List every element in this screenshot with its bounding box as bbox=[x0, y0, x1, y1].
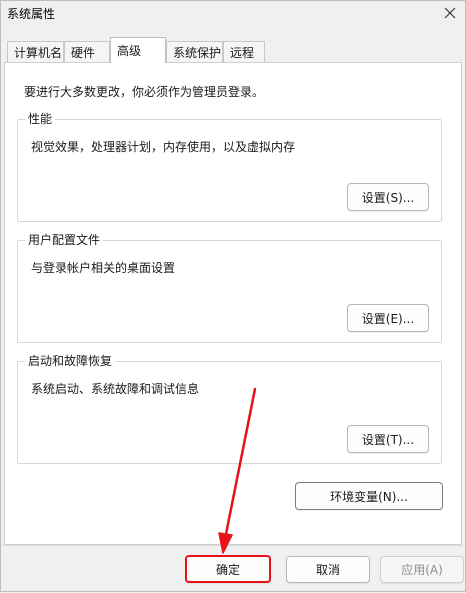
performance-settings-button[interactable]: 设置(S)... bbox=[347, 183, 429, 211]
close-button[interactable] bbox=[435, 1, 465, 25]
user-profile-group: 用户配置文件 与登录帐户相关的桌面设置 设置(E)... bbox=[17, 232, 442, 343]
system-properties-window: 系统属性 计算机名 硬件 高级 系统保护 远程 要进行大多数更改，你必须作为管理… bbox=[0, 0, 466, 592]
startup-recovery-group-title: 启动和故障恢复 bbox=[25, 353, 116, 369]
ok-button[interactable]: 确定 bbox=[185, 555, 271, 583]
tab-system-protection[interactable]: 系统保护 bbox=[166, 41, 223, 62]
cancel-button[interactable]: 取消 bbox=[286, 556, 370, 583]
environment-variables-button[interactable]: 环境变量(N)... bbox=[295, 482, 443, 510]
admin-notice: 要进行大多数更改，你必须作为管理员登录。 bbox=[24, 85, 265, 99]
startup-recovery-settings-button[interactable]: 设置(T)... bbox=[347, 425, 429, 453]
footer-divider bbox=[1, 545, 465, 546]
performance-group-title: 性能 bbox=[25, 111, 56, 127]
close-icon bbox=[444, 7, 456, 19]
startup-recovery-group-desc: 系统启动、系统故障和调试信息 bbox=[31, 382, 200, 396]
user-profile-settings-button[interactable]: 设置(E)... bbox=[347, 304, 429, 332]
window-title: 系统属性 bbox=[7, 7, 56, 21]
title-bar: 系统属性 bbox=[1, 1, 465, 29]
performance-group: 性能 视觉效果，处理器计划，内存使用，以及虚拟内存 设置(S)... bbox=[17, 111, 442, 222]
tab-advanced[interactable]: 高级 bbox=[110, 37, 166, 63]
user-profile-group-title: 用户配置文件 bbox=[25, 232, 104, 248]
startup-recovery-group: 启动和故障恢复 系统启动、系统故障和调试信息 设置(T)... bbox=[17, 353, 442, 464]
user-profile-group-desc: 与登录帐户相关的桌面设置 bbox=[31, 261, 176, 275]
tab-computer-name[interactable]: 计算机名 bbox=[7, 41, 64, 62]
apply-button[interactable]: 应用(A) bbox=[380, 556, 464, 583]
tab-remote[interactable]: 远程 bbox=[223, 41, 265, 62]
performance-group-desc: 视觉效果，处理器计划，内存使用，以及虚拟内存 bbox=[31, 140, 296, 154]
tab-hardware[interactable]: 硬件 bbox=[64, 41, 110, 62]
